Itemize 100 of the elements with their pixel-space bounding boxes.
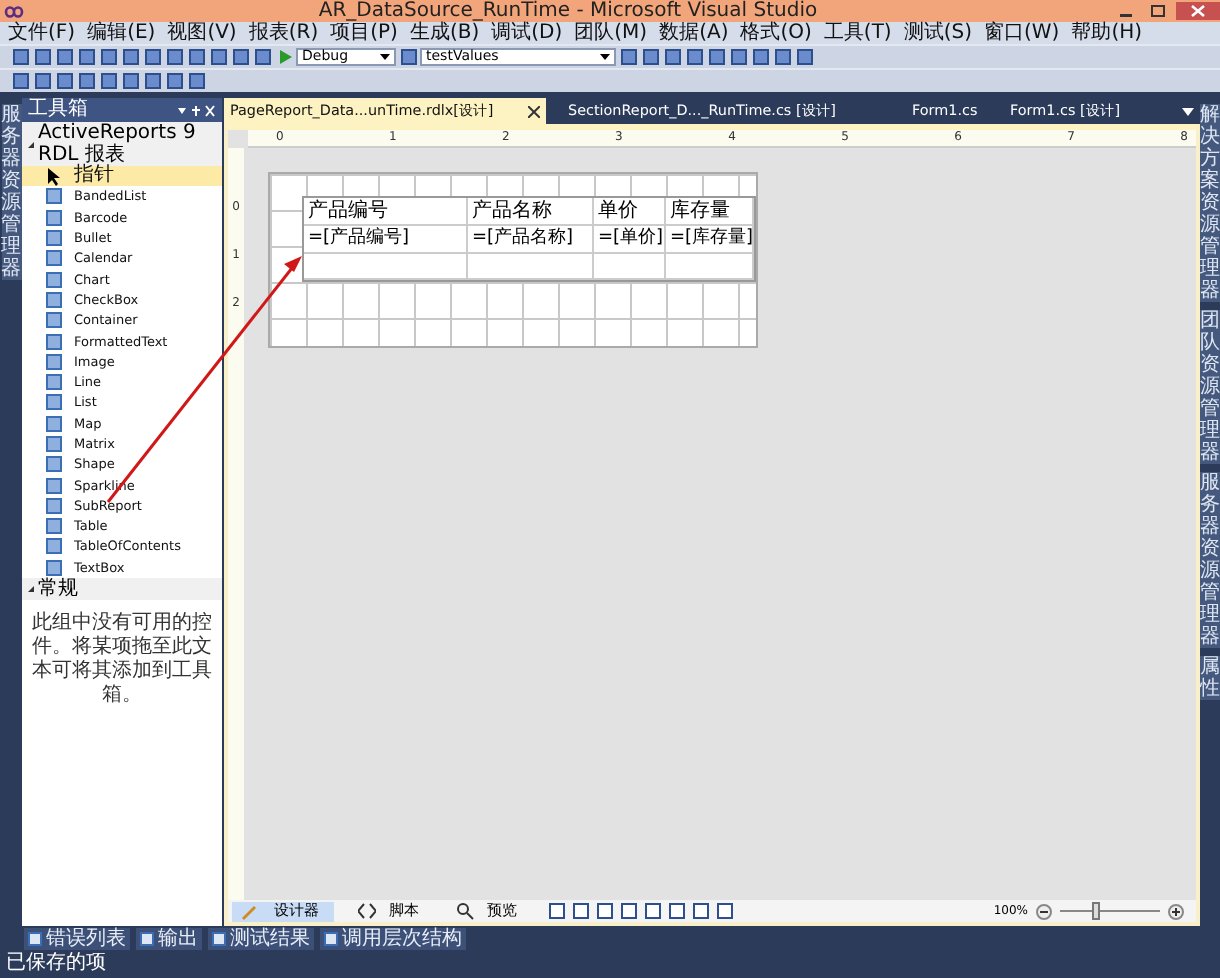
toolbar-button[interactable] xyxy=(230,47,250,67)
menu-item[interactable]: 团队(M) xyxy=(574,22,648,44)
toolbar-button[interactable] xyxy=(570,901,590,921)
toolbar-button[interactable] xyxy=(546,901,566,921)
toolbar-button[interactable] xyxy=(684,47,704,67)
toolbar-button[interactable] xyxy=(662,47,682,67)
toolbar-button[interactable] xyxy=(32,71,52,91)
group-title: ActiveReports 9 RDL 报表 xyxy=(38,122,198,166)
side-tab[interactable]: 属性 xyxy=(1200,656,1220,700)
toolbar-button[interactable] xyxy=(794,47,814,67)
toolbar-button[interactable] xyxy=(10,47,30,67)
toolbar-button[interactable] xyxy=(252,47,272,67)
close-icon[interactable] xyxy=(527,105,540,117)
side-tab[interactable]: 服务器资源管理器 xyxy=(1200,472,1220,648)
empty-cell[interactable] xyxy=(594,254,666,280)
square-icon xyxy=(46,518,62,535)
toolbar-button[interactable] xyxy=(164,47,184,67)
square-icon xyxy=(46,250,62,267)
square-icon xyxy=(46,333,62,350)
menu-item[interactable]: 格式(O) xyxy=(740,22,812,44)
toolbar-button[interactable] xyxy=(54,47,74,67)
toolbar-button[interactable] xyxy=(76,47,96,67)
empty-cell[interactable] xyxy=(468,254,594,280)
toolbar-button[interactable] xyxy=(690,901,710,921)
toolbar-button[interactable] xyxy=(642,901,662,921)
menu-item[interactable]: 窗口(W) xyxy=(984,22,1060,44)
toolbar-button[interactable] xyxy=(76,71,96,91)
zoom-out-icon[interactable] xyxy=(1036,903,1052,919)
group-header[interactable]: ActiveReports 9 RDL 报表 xyxy=(22,122,222,166)
toolbar-button[interactable] xyxy=(98,71,118,91)
window-icon xyxy=(324,931,338,945)
header-cell[interactable]: 产品名称 xyxy=(468,198,594,226)
dropdown-arrow-icon[interactable] xyxy=(1181,107,1194,115)
side-tab[interactable]: 服务器资源管理器 xyxy=(1,104,21,280)
toolbar-button[interactable] xyxy=(208,47,228,67)
menu-item[interactable]: 项目(P) xyxy=(330,22,398,44)
square-icon xyxy=(46,209,62,226)
square-icon xyxy=(46,230,62,247)
expander-icon[interactable] xyxy=(28,141,34,147)
toolbar-button[interactable] xyxy=(54,71,74,91)
menu-item[interactable]: 帮助(H) xyxy=(1071,22,1143,44)
bottom-tab[interactable]: 输出 xyxy=(136,927,202,949)
toolbar-button[interactable] xyxy=(164,71,184,91)
menu-item[interactable]: 数据(A) xyxy=(659,22,729,44)
empty-cell[interactable] xyxy=(666,254,754,280)
menu-item[interactable]: 文件(F) xyxy=(8,22,76,44)
toolbar-button[interactable] xyxy=(98,47,118,67)
empty-group-message: 此组中没有可用的控件。将某项拖至此文本可将其添加到工具箱。 xyxy=(30,609,214,710)
side-tab[interactable]: 团队资源管理器 xyxy=(1200,310,1220,464)
toolbar-button[interactable] xyxy=(398,47,418,67)
toolbar-button[interactable] xyxy=(186,47,206,67)
toolbar-button[interactable] xyxy=(10,71,30,91)
toolbar-button[interactable] xyxy=(750,47,770,67)
menu-item[interactable]: 调试(D) xyxy=(491,22,563,44)
toolbar-button[interactable] xyxy=(618,47,638,67)
square-icon xyxy=(46,497,62,514)
menu-item[interactable]: 测试(S) xyxy=(903,22,972,44)
toolbar-button[interactable] xyxy=(120,71,140,91)
field-cell[interactable]: =[产品名称] xyxy=(468,226,594,254)
toolbar-button[interactable] xyxy=(772,47,792,67)
toolbar-button[interactable] xyxy=(728,47,748,67)
side-tab[interactable]: 解决方案资源管理器 xyxy=(1200,104,1220,302)
group-header[interactable]: 常规 xyxy=(22,577,222,600)
group-title: 常规 xyxy=(38,577,78,600)
infinity-logo-icon xyxy=(4,5,24,17)
toolbar-button[interactable] xyxy=(666,901,686,921)
menu-item[interactable]: 编辑(E) xyxy=(87,22,156,44)
pointer-icon xyxy=(46,167,62,186)
pin-close-icons[interactable] xyxy=(176,103,216,117)
toolbar-button[interactable] xyxy=(714,901,734,921)
toolbar-button[interactable] xyxy=(186,71,206,91)
slider-thumb[interactable] xyxy=(1091,902,1099,920)
bottom-tab[interactable]: 错误列表 xyxy=(24,927,130,949)
square-icon xyxy=(46,353,62,370)
toolbox-item[interactable]: 指针 xyxy=(22,166,222,187)
toolbar-button[interactable] xyxy=(640,47,660,67)
toolbar-button[interactable] xyxy=(142,71,162,91)
square-icon xyxy=(46,394,62,411)
toolbar-button[interactable] xyxy=(32,47,52,67)
field-cell[interactable]: =[单价] xyxy=(594,226,666,254)
zoom-in-icon[interactable] xyxy=(1168,903,1184,919)
expander-icon[interactable] xyxy=(28,585,34,592)
empty-cell[interactable] xyxy=(304,254,468,280)
header-cell[interactable]: 单价 xyxy=(594,198,666,226)
header-cell[interactable]: 产品编号 xyxy=(304,198,468,226)
menu-item[interactable]: 生成(B) xyxy=(409,22,480,44)
toolbar-button[interactable] xyxy=(706,47,726,67)
menu-item[interactable]: 报表(R) xyxy=(248,22,319,44)
toolbar-button[interactable] xyxy=(120,47,140,67)
toolbar-button[interactable] xyxy=(618,901,638,921)
field-cell[interactable]: =[库存量] xyxy=(666,226,754,254)
menu-item[interactable]: 工具(T) xyxy=(823,22,892,44)
field-cell[interactable]: =[产品编号] xyxy=(304,226,468,254)
report-table[interactable]: 产品编号 产品名称 单价 库存量 =[产品编号] =[产品名称] =[单价] =[库存量] xyxy=(302,196,756,282)
bottom-tab[interactable]: 调用层次结构 xyxy=(320,927,466,949)
menu-item[interactable]: 视图(V) xyxy=(167,22,237,44)
toolbar-button[interactable] xyxy=(142,47,162,67)
toolbar-button[interactable] xyxy=(594,901,614,921)
header-cell[interactable]: 库存量 xyxy=(666,198,754,226)
bottom-tab[interactable]: 测试结果 xyxy=(208,927,314,949)
